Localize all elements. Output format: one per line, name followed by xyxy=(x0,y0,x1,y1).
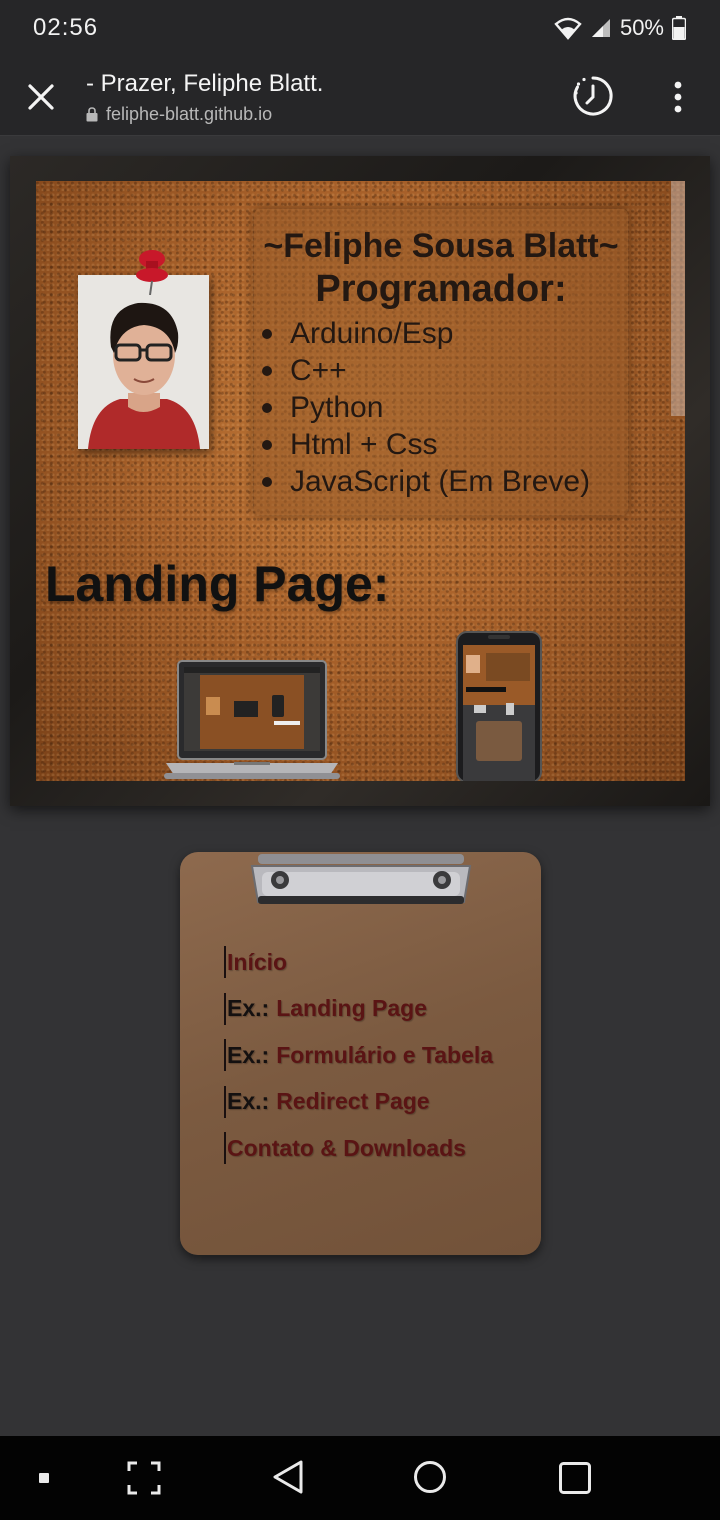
recents-dot-icon[interactable] xyxy=(38,1472,50,1484)
url-text: feliphe-blatt.github.io xyxy=(106,104,273,124)
screenshot-icon[interactable] xyxy=(127,1461,161,1495)
nav-link-label: Início xyxy=(227,948,288,975)
skill-item: Arduino/Esp xyxy=(262,315,628,352)
history-icon[interactable] xyxy=(571,74,615,118)
url-display[interactable]: feliphe-blatt.github.io xyxy=(86,104,272,125)
phone-preview-image[interactable] xyxy=(456,631,542,781)
clipboard-menu: Início Ex.: Landing Page Ex.: Formulário… xyxy=(180,852,541,1255)
nav-link-contato-downloads[interactable]: Contato & Downloads xyxy=(224,1132,493,1164)
clipboard-clip-icon xyxy=(250,854,472,904)
wifi-icon xyxy=(554,17,582,40)
nav-link-formulario-tabela[interactable]: Ex.: Formulário e Tabela xyxy=(224,1039,493,1071)
cork-scrollbar[interactable] xyxy=(671,181,685,416)
laptop-preview-image[interactable] xyxy=(164,659,340,781)
skill-item: Html + Css xyxy=(262,426,628,463)
site-nav-list: Início Ex.: Landing Page Ex.: Formulário… xyxy=(224,946,493,1179)
nav-link-label: Formulário e Tabela xyxy=(276,1041,494,1068)
nav-link-landing-page[interactable]: Ex.: Landing Page xyxy=(224,992,493,1025)
nav-link-label: Contato & Downloads xyxy=(227,1134,466,1161)
status-indicators: 50% xyxy=(554,15,686,41)
intro-role: Programador: xyxy=(315,268,567,310)
profile-photo xyxy=(78,275,209,449)
skills-list: Arduino/Esp C++ Python Html + Css JavaSc… xyxy=(254,315,628,500)
intro-name: ~Feliphe Sousa Blatt~ xyxy=(263,227,619,265)
push-pin-icon xyxy=(136,250,168,295)
lock-icon xyxy=(86,107,98,122)
nav-link-prefix: Ex.: xyxy=(227,995,270,1021)
more-vert-icon[interactable] xyxy=(664,80,692,114)
nav-link-inicio[interactable]: Início xyxy=(224,946,493,978)
skill-item: C++ xyxy=(262,352,628,389)
nav-link-prefix: Ex.: xyxy=(227,1088,270,1114)
cork-board-frame: ~Feliphe Sousa Blatt~ Programador: Ardui… xyxy=(10,156,710,806)
intro-card: ~Feliphe Sousa Blatt~ Programador: Ardui… xyxy=(254,209,628,515)
nav-link-label: Landing Page xyxy=(276,995,427,1021)
landing-page-heading: Landing Page: xyxy=(45,556,390,612)
skill-item: JavaScript (Em Breve) xyxy=(262,463,628,500)
battery-icon xyxy=(672,16,686,40)
close-icon[interactable] xyxy=(24,80,58,114)
skill-item: Python xyxy=(262,389,628,426)
signal-icon xyxy=(591,19,610,37)
system-navigation-bar xyxy=(0,1436,720,1520)
cork-board: ~Feliphe Sousa Blatt~ Programador: Ardui… xyxy=(36,181,685,781)
page-title: - Prazer, Feliphe Blatt. xyxy=(86,70,324,97)
nav-link-redirect-page[interactable]: Ex.: Redirect Page xyxy=(224,1085,493,1118)
browser-toolbar: - Prazer, Feliphe Blatt. feliphe-blatt.g… xyxy=(0,56,720,136)
home-icon[interactable] xyxy=(413,1460,447,1494)
nav-link-prefix: Ex.: xyxy=(227,1041,270,1068)
status-time: 02:56 xyxy=(33,14,99,41)
back-icon[interactable] xyxy=(271,1459,305,1495)
battery-percent: 50% xyxy=(619,15,664,40)
overview-icon[interactable] xyxy=(558,1461,592,1495)
status-bar: 02:56 50% xyxy=(0,0,720,56)
nav-link-label: Redirect Page xyxy=(276,1088,430,1114)
